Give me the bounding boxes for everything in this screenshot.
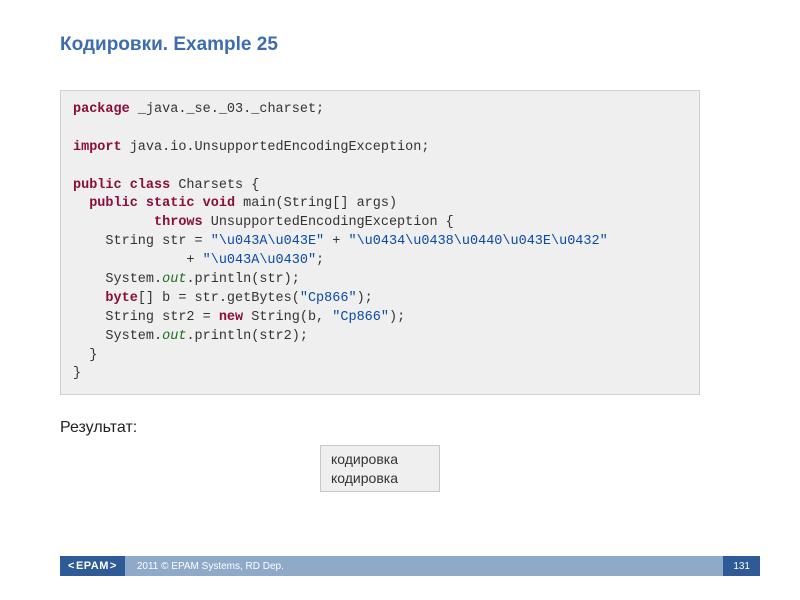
code-text: String(b, bbox=[243, 310, 332, 325]
keyword: void bbox=[203, 196, 235, 211]
string-literal: "Cp866" bbox=[300, 291, 357, 306]
code-text: Charsets { bbox=[170, 178, 259, 193]
code-text: String str = bbox=[73, 234, 211, 249]
code-text: System. bbox=[73, 272, 162, 287]
code-text: + bbox=[324, 234, 348, 249]
result-line: кодировка bbox=[331, 450, 429, 468]
code-text: java.io.UnsupportedEncodingException; bbox=[122, 140, 430, 155]
keyword: new bbox=[219, 310, 243, 325]
footer-logo: EPAM bbox=[60, 556, 125, 576]
code-text: ); bbox=[357, 291, 373, 306]
footer: EPAM 2011 © EPAM Systems, RD Dep. 131 bbox=[60, 556, 760, 576]
code-text: ); bbox=[389, 310, 405, 325]
keyword: import bbox=[73, 140, 122, 155]
result-line: кодировка bbox=[331, 469, 429, 487]
string-literal: "\u043A\u043E" bbox=[211, 234, 324, 249]
field-ref: out bbox=[162, 329, 186, 344]
keyword: byte bbox=[105, 291, 137, 306]
keyword: class bbox=[130, 178, 171, 193]
code-text: UnsupportedEncodingException { bbox=[203, 215, 454, 230]
keyword: public bbox=[73, 178, 122, 193]
code-text: + bbox=[73, 253, 203, 268]
string-literal: "\u043A\u0430" bbox=[203, 253, 316, 268]
result-output: кодировка кодировка bbox=[320, 445, 440, 491]
slide-title: Кодировки. Example 25 bbox=[60, 34, 760, 56]
code-text: [] b = str.getBytes( bbox=[138, 291, 300, 306]
keyword: static bbox=[146, 196, 195, 211]
code-text: String str2 = bbox=[73, 310, 219, 325]
code-text: } bbox=[73, 366, 81, 381]
string-literal: "\u0434\u0438\u0440\u043E\u0432" bbox=[348, 234, 607, 249]
code-text: ; bbox=[316, 253, 324, 268]
footer-page-number: 131 bbox=[723, 556, 760, 576]
code-text: main(String[] args) bbox=[235, 196, 397, 211]
keyword: package bbox=[73, 102, 130, 117]
code-text: System. bbox=[73, 329, 162, 344]
string-literal: "Cp866" bbox=[332, 310, 389, 325]
code-block: package _java._se._03._charset; import j… bbox=[60, 90, 700, 395]
keyword: throws bbox=[154, 215, 203, 230]
code-text: _java._se._03._charset; bbox=[130, 102, 324, 117]
field-ref: out bbox=[162, 272, 186, 287]
footer-text: 2011 © EPAM Systems, RD Dep. bbox=[125, 556, 723, 576]
code-text: } bbox=[73, 348, 97, 363]
code-text: .println(str2); bbox=[186, 329, 308, 344]
result-label: Результат: bbox=[60, 419, 760, 437]
keyword: public bbox=[89, 196, 138, 211]
code-text: .println(str); bbox=[186, 272, 299, 287]
